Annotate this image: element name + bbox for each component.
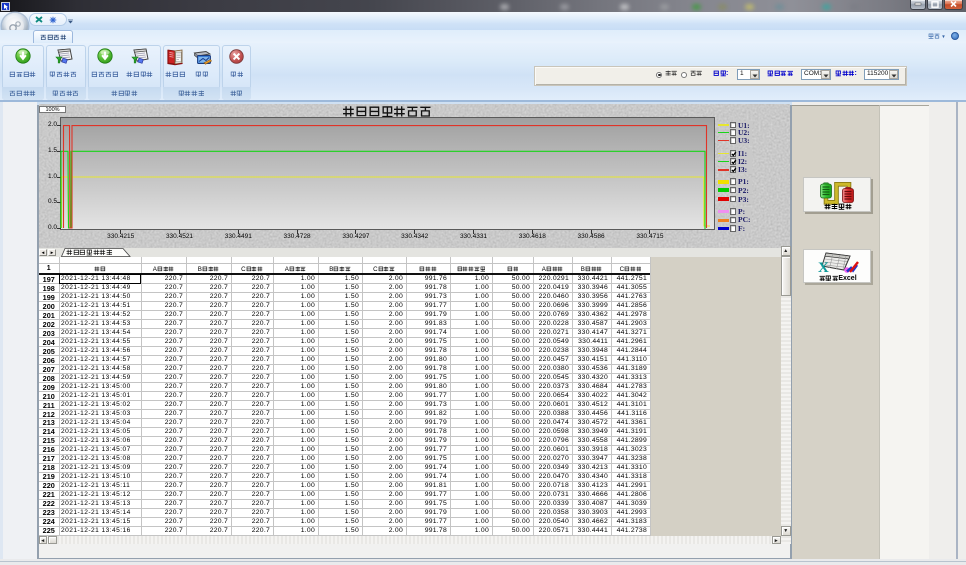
svg-text:X: X (818, 260, 829, 275)
